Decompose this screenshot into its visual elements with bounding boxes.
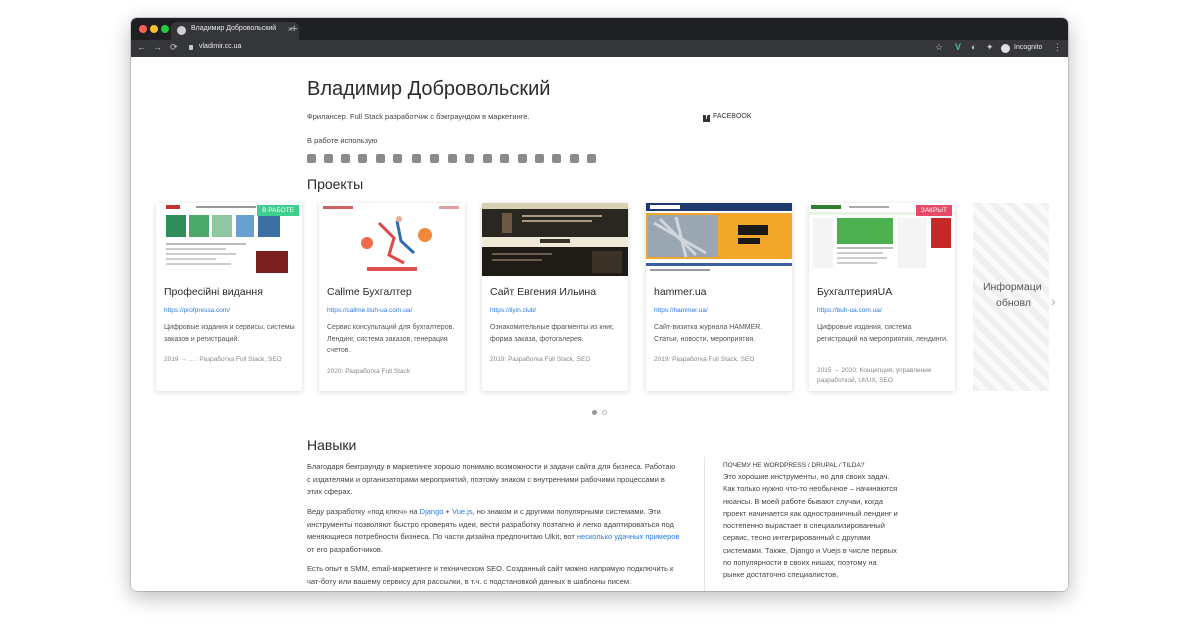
lock-icon bbox=[189, 45, 193, 50]
window-close-button[interactable] bbox=[139, 25, 147, 33]
back-button[interactable]: ← bbox=[137, 42, 146, 52]
project-title[interactable]: Сайт Евгения Ильина bbox=[490, 286, 596, 298]
django-link[interactable]: Django bbox=[420, 507, 444, 516]
project-meta: 2015 → 2020: Концепция, управление разра… bbox=[817, 367, 932, 384]
vue-devtools-extension-icon[interactable]: V bbox=[955, 42, 961, 52]
project-link[interactable]: https://buh-ua.com.ua/ bbox=[817, 307, 882, 314]
browser-toolbar: ← → ⟳ vladimir.cc.ua ☆ V ◐ ✦ Incognito ⋮ bbox=[131, 40, 1068, 57]
browser-tab[interactable]: Владимир Добровольский × bbox=[171, 22, 299, 40]
project-link[interactable]: https://profpressa.com/ bbox=[164, 307, 230, 314]
column-divider bbox=[704, 457, 705, 591]
carousel-dot[interactable] bbox=[602, 410, 607, 415]
skills-paragraph: Благодаря бекграунду в маркетинге хорошо… bbox=[307, 462, 676, 496]
uikit-icon bbox=[430, 154, 439, 163]
project-title[interactable]: Callme Бухгалтер bbox=[327, 286, 412, 298]
examples-link[interactable]: несколько удачных примеров bbox=[577, 532, 680, 541]
text-span: Веду разработку «под ключ» на bbox=[307, 507, 420, 516]
projects-heading: Проекты bbox=[307, 176, 364, 192]
browser-window: Владимир Добровольский × + ← → ⟳ vladimi… bbox=[131, 18, 1068, 591]
hubspot-icon bbox=[518, 154, 527, 163]
trello-icon bbox=[570, 154, 579, 163]
incognito-icon bbox=[1001, 44, 1010, 53]
carousel-next-icon[interactable]: › bbox=[1051, 293, 1056, 309]
project-description: Сервис консультаций для бухгалтеров. Лен… bbox=[327, 324, 455, 354]
project-title[interactable]: hammer.ua bbox=[654, 286, 707, 298]
page-title: Владимир Добровольский bbox=[307, 78, 551, 100]
project-link[interactable]: https://ilyin.club/ bbox=[490, 307, 536, 314]
cms-icon bbox=[500, 154, 509, 163]
project-card[interactable]: Callme Бухгалтер https://callme.buh-ua.c… bbox=[319, 203, 465, 391]
project-thumbnail bbox=[482, 203, 628, 276]
tools-label: В работе использую bbox=[307, 136, 378, 145]
python-icon bbox=[307, 154, 316, 163]
address-bar[interactable]: vladimir.cc.ua bbox=[199, 43, 241, 50]
project-thumbnail bbox=[646, 203, 792, 276]
git-icon bbox=[535, 154, 544, 163]
project-card-placeholder: Информаци обновл bbox=[973, 203, 1049, 391]
project-link[interactable]: https://callme.buh-ua.com.ua/ bbox=[327, 307, 412, 314]
project-title[interactable]: Професійні видання bbox=[164, 286, 263, 298]
skills-paragraph: Есть опыт в SMM, email-маркетинге и техн… bbox=[307, 564, 674, 586]
facebook-label: FACEBOOK bbox=[713, 113, 752, 120]
extension-icon[interactable]: ◐ bbox=[971, 42, 976, 52]
page-content: Владимир Добровольский Фрилансер. Full S… bbox=[131, 57, 1068, 591]
carousel-dot-active[interactable] bbox=[592, 410, 597, 415]
project-card[interactable]: hammer.ua https://hammer.ua/ Сайт-визитк… bbox=[646, 203, 792, 391]
placeholder-text: Информаци обновл bbox=[983, 279, 1042, 311]
project-description: Цифровые издания, система регистраций на… bbox=[817, 324, 949, 343]
bootstrap-icon bbox=[448, 154, 457, 163]
django-icon bbox=[324, 154, 333, 163]
project-link[interactable]: https://hammer.ua/ bbox=[654, 307, 708, 314]
project-description: Сайт-визитка журнала HAMMER. Статьи, нов… bbox=[654, 324, 763, 343]
project-card[interactable]: Сайт Евгения Ильина https://ilyin.club/ … bbox=[482, 203, 628, 391]
forward-button[interactable]: → bbox=[153, 42, 162, 52]
placeholder-line: Информаци bbox=[983, 281, 1042, 293]
why-heading: ПОЧЕМУ НЕ WORDPRESS / DRUPAL / TILDA? bbox=[723, 462, 865, 469]
window-maximize-button[interactable] bbox=[161, 25, 169, 33]
project-meta: 2019: Разработка Full Stack, SEO bbox=[654, 356, 755, 363]
project-description: Ознакомительные фрагменты из книг, форма… bbox=[490, 324, 614, 343]
wordpress-icon bbox=[376, 154, 385, 163]
office-icon bbox=[587, 154, 596, 163]
facebook-icon: f bbox=[703, 115, 710, 122]
vuejs-link[interactable]: Vue.js bbox=[452, 507, 473, 516]
site-favicon-icon bbox=[177, 26, 186, 35]
incognito-label: Incognito bbox=[1014, 44, 1043, 51]
reload-button[interactable]: ⟳ bbox=[170, 42, 178, 53]
project-card[interactable]: ЗАКРЫТ БухгалтерияUA https://buh-ua.com.… bbox=[809, 203, 955, 391]
tab-title: Владимир Добровольский bbox=[191, 25, 277, 32]
project-title[interactable]: БухгалтерияUA bbox=[817, 286, 892, 298]
wp-icon bbox=[465, 154, 474, 163]
project-meta: 2019: Разработка Full Stack, SEO bbox=[490, 356, 591, 363]
window-minimize-button[interactable] bbox=[150, 25, 158, 33]
vue-icon bbox=[412, 154, 421, 163]
skills-paragraph: Веду разработку «под ключ» на Django + V… bbox=[307, 506, 680, 556]
project-meta: 2020: Разработка Full Stack bbox=[327, 368, 411, 375]
project-meta: 2019 → ... : Разработка Full Stack, SEO bbox=[164, 356, 282, 363]
status-badge: ЗАКРЫТ bbox=[915, 205, 952, 216]
new-tab-button[interactable]: + bbox=[291, 23, 297, 35]
why-text: Это хорошие инструменты, но для своих за… bbox=[723, 472, 898, 580]
tab-strip: Владимир Добровольский × + bbox=[131, 18, 1068, 40]
placeholder-line: обновл bbox=[996, 297, 1031, 309]
extensions-puzzle-icon[interactable]: ✦ bbox=[986, 42, 994, 53]
menu-kebab-icon[interactable]: ⋮ bbox=[1053, 42, 1062, 53]
skills-heading: Навыки bbox=[307, 437, 357, 453]
adobe-icon bbox=[552, 154, 561, 163]
analytics-icon bbox=[483, 154, 492, 163]
drupal-icon bbox=[393, 154, 402, 163]
project-description: Цифровые издания и сервисы, системы зака… bbox=[164, 324, 295, 343]
bookmark-star-icon[interactable]: ☆ bbox=[935, 42, 943, 53]
status-badge: В РАБОТЕ bbox=[257, 205, 299, 216]
facebook-link[interactable]: f FACEBOOK bbox=[703, 113, 752, 122]
flask-icon bbox=[358, 154, 367, 163]
project-thumbnail bbox=[319, 203, 465, 276]
text-span: от его разработчиков. bbox=[307, 544, 383, 554]
docker-icon bbox=[341, 154, 350, 163]
project-card[interactable]: В РАБОТЕ Професійні видання https://prof… bbox=[156, 203, 302, 391]
text-span: + bbox=[443, 507, 452, 516]
tagline: Фрилансер. Full Stack разработчик с бэкг… bbox=[307, 112, 530, 121]
